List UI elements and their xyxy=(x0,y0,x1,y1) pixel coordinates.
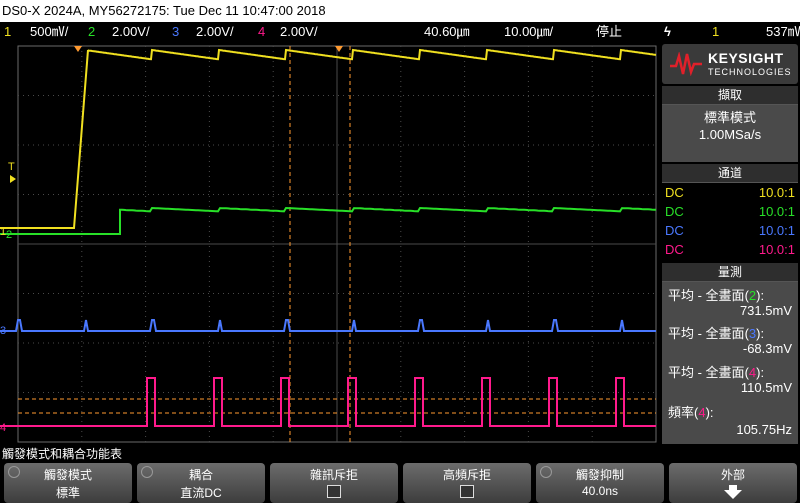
trigger-edge-icon: ϟ xyxy=(664,24,671,39)
external-softkey[interactable]: 外部 xyxy=(669,463,797,503)
sample-rate: 1.00MSa/s xyxy=(698,127,762,142)
softkey-label: 觸發模式 xyxy=(43,468,92,482)
channels-header[interactable]: 通道 xyxy=(662,164,798,183)
ch2-scale[interactable]: 2.00V/ xyxy=(112,22,150,42)
trigger-level-arrow-icon xyxy=(10,175,16,183)
delay-reference-icon xyxy=(335,46,343,52)
timebase-scale[interactable]: 10.00㎛/ xyxy=(504,22,553,42)
ch2-coupling: DC xyxy=(665,204,684,219)
traces xyxy=(0,48,657,427)
noise-reject-checkbox[interactable] xyxy=(327,485,341,498)
ground-label-ch3: 3 xyxy=(0,325,6,337)
trace-ch1 xyxy=(0,48,657,229)
meas-4-source: 4 xyxy=(698,405,706,420)
meas-3-value: 110.5mV xyxy=(740,380,792,395)
softkey-value: 40.0ns xyxy=(581,484,619,498)
brand-subtitle: TECHNOLOGIES xyxy=(708,67,792,77)
trigger-level[interactable]: 537㎷ xyxy=(766,22,800,42)
trigger-source[interactable]: 1 xyxy=(712,22,719,42)
arrow-down-icon xyxy=(724,485,742,499)
status-bar: 1 500㎷/ 2 2.00V/ 3 2.00V/ 4 2.00V/ 40.60… xyxy=(0,22,800,42)
ch3-probe: 10.0:1 xyxy=(758,223,795,238)
trace-ch3 xyxy=(0,319,656,332)
brand-name: KEYSIGHT xyxy=(708,50,784,66)
meas-2-value: -68.3mV xyxy=(742,341,792,356)
meas-3-label: 平均 - 全畫面(4): xyxy=(668,365,765,380)
window-title: DS0-X 2024A, MY56272175: Tue Dec 11 10:4… xyxy=(0,0,800,22)
ch3-number[interactable]: 3 xyxy=(172,22,179,42)
coupling-softkey[interactable]: 耦合 直流DC xyxy=(137,463,265,503)
ch1-coupling: DC xyxy=(665,185,684,200)
ch2-probe: 10.0:1 xyxy=(758,204,795,219)
softkey-value: 直流DC xyxy=(180,486,222,500)
noise-reject-softkey[interactable]: 雜訊斥拒 xyxy=(270,463,398,503)
meas-2-source: 3 xyxy=(748,326,757,341)
ground-markers: T 1 2 3 4 xyxy=(0,161,16,434)
ch3-scale[interactable]: 2.00V/ xyxy=(196,22,234,42)
measurements-header[interactable]: 量測 xyxy=(662,263,798,282)
acquisition-header[interactable]: 擷取 xyxy=(662,86,798,105)
menu-title: 觸發模式和耦合功能表 xyxy=(0,446,800,462)
hf-reject-checkbox[interactable] xyxy=(460,485,474,498)
meas-1-value: 731.5mV xyxy=(739,303,792,318)
softkey-label: 高頻斥拒 xyxy=(442,468,491,482)
right-info-panel: KEYSIGHT TECHNOLOGIES 擷取 標準模式 1.00MSa/s … xyxy=(660,42,800,446)
ch1-probe: 10.0:1 xyxy=(758,185,795,200)
graticule xyxy=(17,45,657,443)
softkey-label: 耦合 xyxy=(188,468,213,482)
softkey-value: 標準 xyxy=(55,486,80,500)
trace-ch4 xyxy=(0,377,656,427)
ch3-coupling: DC xyxy=(665,223,684,238)
ch2-number[interactable]: 2 xyxy=(88,22,95,42)
trigger-position-icon xyxy=(74,46,82,52)
channels-box[interactable]: DC 10.0:1 DC 10.0:1 DC 10.0:1 DC 10.0:1 xyxy=(662,183,798,261)
meas-3-source: 4 xyxy=(748,365,757,380)
ch1-scale[interactable]: 500㎷/ xyxy=(30,22,68,42)
hf-reject-softkey[interactable]: 高頻斥拒 xyxy=(403,463,531,503)
horizontal-delay[interactable]: 40.60㎛ xyxy=(424,22,470,42)
holdoff-softkey[interactable]: 觸發抑制 40.0ns xyxy=(536,463,664,503)
run-state[interactable]: 停止 xyxy=(596,22,622,42)
keysight-logo: KEYSIGHT TECHNOLOGIES xyxy=(662,44,798,84)
ch4-number[interactable]: 4 xyxy=(258,22,265,42)
trigger-mode-softkey[interactable]: 觸發模式 標準 xyxy=(4,463,132,503)
trigger-level-marker: T xyxy=(8,161,15,173)
softkey-label: 觸發抑制 xyxy=(575,468,624,482)
trace-ch2 xyxy=(0,206,657,235)
meas-4-label: 頻率(4): xyxy=(668,405,714,420)
measurements-box[interactable]: 平均 - 全畫面(2): 731.5mV 平均 - 全畫面(3): -68.3m… xyxy=(662,282,798,444)
softkey-label: 雜訊斥拒 xyxy=(309,468,358,482)
ch4-probe: 10.0:1 xyxy=(758,242,795,257)
softkey-bar: 觸發模式 標準 耦合 直流DC 雜訊斥拒 高頻斥拒 觸發抑制 40.0ns 外部 xyxy=(0,462,800,503)
meas-1-label: 平均 - 全畫面(2): xyxy=(668,288,765,303)
meas-1-source: 2 xyxy=(748,288,757,303)
waveform-display[interactable]: T 1 2 3 4 xyxy=(0,42,660,446)
meas-4-value: 105.75Hz xyxy=(736,422,792,437)
ch4-coupling: DC xyxy=(665,242,684,257)
meas-2-label: 平均 - 全畫面(3): xyxy=(668,326,765,341)
softkey-label: 外部 xyxy=(720,468,745,482)
ch4-scale[interactable]: 2.00V/ xyxy=(280,22,318,42)
keysight-wave-icon xyxy=(670,52,702,76)
acquisition-box[interactable]: 標準模式 1.00MSa/s xyxy=(662,105,798,162)
acquisition-mode: 標準模式 xyxy=(703,110,756,125)
ground-label-ch4: 4 xyxy=(0,422,6,434)
ch1-number[interactable]: 1 xyxy=(4,22,11,42)
ground-label-ch2: 2 xyxy=(6,229,12,241)
